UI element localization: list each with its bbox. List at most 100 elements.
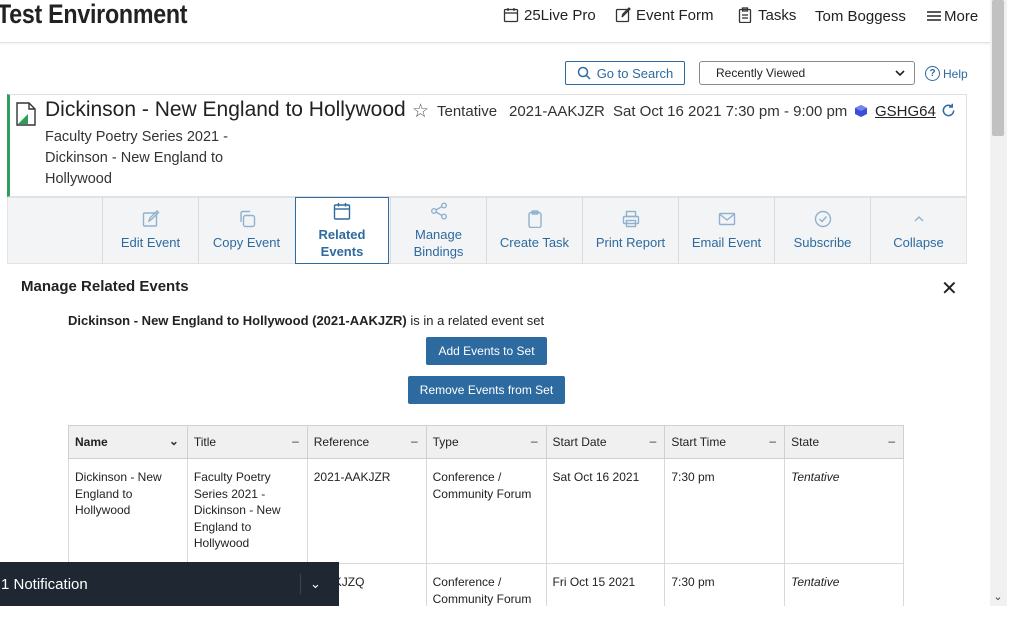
calendar-icon xyxy=(333,202,351,220)
go-to-search-label: Go to Search xyxy=(596,65,674,81)
cube-icon xyxy=(855,105,867,117)
recently-viewed-value: Recently Viewed xyxy=(716,66,806,80)
sort-dash-icon[interactable]: – xyxy=(769,434,776,448)
cell-start-date: Sat Oct 16 2021 xyxy=(545,458,666,564)
column-header-label: Title xyxy=(193,435,217,449)
event-subtitle: Faculty Poetry Series 2021 - Dickinson -… xyxy=(45,129,228,187)
scroll-down-arrow-icon[interactable]: ⌄ xyxy=(991,590,1005,604)
column-header-label: Name xyxy=(75,435,108,449)
column-header-start-time[interactable]: Start Time – xyxy=(664,425,786,459)
chevron-down-icon[interactable]: ⌄ xyxy=(169,434,179,448)
print-report-button[interactable]: Print Report xyxy=(582,197,678,264)
mail-icon xyxy=(718,212,735,226)
clipboard-icon xyxy=(527,210,542,228)
column-header-name[interactable]: Name ⌄ xyxy=(68,425,188,459)
table-row: Dickinson - New England to Hollywood Fac… xyxy=(68,458,904,564)
panel-title: Manage Related Events xyxy=(21,278,189,295)
related-events-label: Related Events xyxy=(318,226,366,259)
event-state: Tentative xyxy=(437,103,498,120)
sort-dash-icon[interactable]: – xyxy=(292,434,299,448)
manage-bindings-button[interactable]: Manage Bindings xyxy=(390,197,486,264)
scrollbar-thumb[interactable] xyxy=(992,0,1004,136)
collapse-button[interactable]: Collapse xyxy=(870,197,966,264)
app-title: Test Environment xyxy=(0,0,188,29)
chevron-down-icon[interactable]: ⌄ xyxy=(300,574,330,594)
event-document-icon xyxy=(16,102,36,126)
subscribe-label: Subscribe xyxy=(793,235,852,250)
help-label: Help xyxy=(943,66,968,81)
column-header-label: Start Date xyxy=(552,435,607,449)
add-events-button[interactable]: Add Events to Set xyxy=(426,337,547,365)
notification-label: 1 Notification xyxy=(1,575,88,593)
user-menu[interactable]: Tom Boggess xyxy=(815,6,906,26)
clipboard-icon xyxy=(738,7,752,23)
sort-dash-icon[interactable]: – xyxy=(650,434,657,448)
sort-dash-icon[interactable]: – xyxy=(888,434,895,448)
column-header-reference[interactable]: Reference – xyxy=(306,425,427,459)
more-label: More xyxy=(944,7,979,25)
cell-type: Conference / Community Forum xyxy=(425,458,547,564)
email-event-label: Email Event xyxy=(691,235,762,250)
print-report-label: Print Report xyxy=(595,235,666,250)
close-icon[interactable]: ✕ xyxy=(941,276,958,301)
search-icon xyxy=(577,66,591,80)
subscribe-button[interactable]: Subscribe xyxy=(774,197,870,264)
column-header-start-date[interactable]: Start Date – xyxy=(545,425,666,459)
refresh-icon[interactable] xyxy=(941,103,956,118)
create-task-button[interactable]: Create Task xyxy=(486,197,582,264)
nav-tasks[interactable]: Tasks xyxy=(737,5,796,25)
cell-start-time: 7:30 pm xyxy=(664,458,786,564)
related-events-button[interactable]: Related Events xyxy=(295,197,389,264)
collapse-label: Collapse xyxy=(893,235,944,250)
printer-icon xyxy=(622,210,639,228)
column-header-type[interactable]: Type – xyxy=(425,425,547,459)
locker-code-link[interactable]: GSHG64 xyxy=(875,103,936,120)
top-bar: Test Environment 25Live Pro Event Form T… xyxy=(0,0,990,43)
nav-event-form[interactable]: Event Form xyxy=(615,5,714,25)
copy-event-label: Copy Event xyxy=(212,235,281,250)
copy-icon xyxy=(239,210,255,228)
related-set-message: Dickinson - New England to Hollywood (20… xyxy=(68,313,544,328)
help-icon: ? xyxy=(925,66,940,81)
column-header-title[interactable]: Title – xyxy=(186,425,308,459)
user-name: Tom Boggess xyxy=(815,7,906,25)
cell-title: Faculty Poetry Series 2021 - Dickinson -… xyxy=(186,458,308,564)
help-link[interactable]: ? Help xyxy=(925,66,968,81)
chevron-up-icon xyxy=(914,216,923,222)
related-set-event: Dickinson - New England to Hollywood (20… xyxy=(68,313,407,328)
chevron-down-icon xyxy=(895,70,905,77)
cell-state: Tentative xyxy=(784,458,904,564)
nav-event-form-label: Event Form xyxy=(636,6,714,24)
notification-bar[interactable]: 1 Notification ⌄ xyxy=(0,562,339,606)
nav-25live-pro[interactable]: 25Live Pro xyxy=(503,5,596,25)
related-set-text: is in a related event set xyxy=(406,313,545,328)
page-bottom-strip xyxy=(0,606,1034,637)
more-menu[interactable]: More xyxy=(926,6,978,26)
edit-event-button[interactable]: Edit Event xyxy=(102,197,198,264)
edit-event-label: Edit Event xyxy=(120,235,181,250)
event-datetime: Sat Oct 16 2021 7:30 pm - 9:00 pm xyxy=(613,103,848,120)
cell-name[interactable]: Dickinson - New England to Hollywood xyxy=(68,458,188,564)
hamburger-icon xyxy=(927,11,941,21)
share-icon xyxy=(430,202,447,219)
favorite-star-icon[interactable]: ☆ xyxy=(412,100,429,123)
event-reference: 2021-AAKJZR xyxy=(509,103,605,120)
manage-bindings-label: Manage Bindings xyxy=(413,226,464,259)
recently-viewed-select[interactable]: Recently Viewed xyxy=(699,61,915,85)
remove-events-button[interactable]: Remove Events from Set xyxy=(408,376,565,404)
check-circle-icon xyxy=(814,210,831,228)
create-task-label: Create Task xyxy=(499,235,570,250)
nav-tasks-label: Tasks xyxy=(758,6,797,24)
table-header-row: Name ⌄ Title – Reference – Type – Start Date… xyxy=(68,425,904,459)
edit-icon xyxy=(142,210,159,227)
sort-dash-icon[interactable]: – xyxy=(531,434,538,448)
column-header-label: Reference xyxy=(313,435,370,449)
column-header-label: Type xyxy=(432,435,459,449)
sort-dash-icon[interactable]: – xyxy=(411,434,418,448)
column-header-state[interactable]: State – xyxy=(784,425,904,459)
copy-event-button[interactable]: Copy Event xyxy=(198,197,294,264)
go-to-search-button[interactable]: Go to Search xyxy=(565,61,685,85)
nav-25live-pro-label: 25Live Pro xyxy=(524,6,596,24)
email-event-button[interactable]: Email Event xyxy=(678,197,774,264)
column-header-label: Start Time xyxy=(671,435,726,449)
